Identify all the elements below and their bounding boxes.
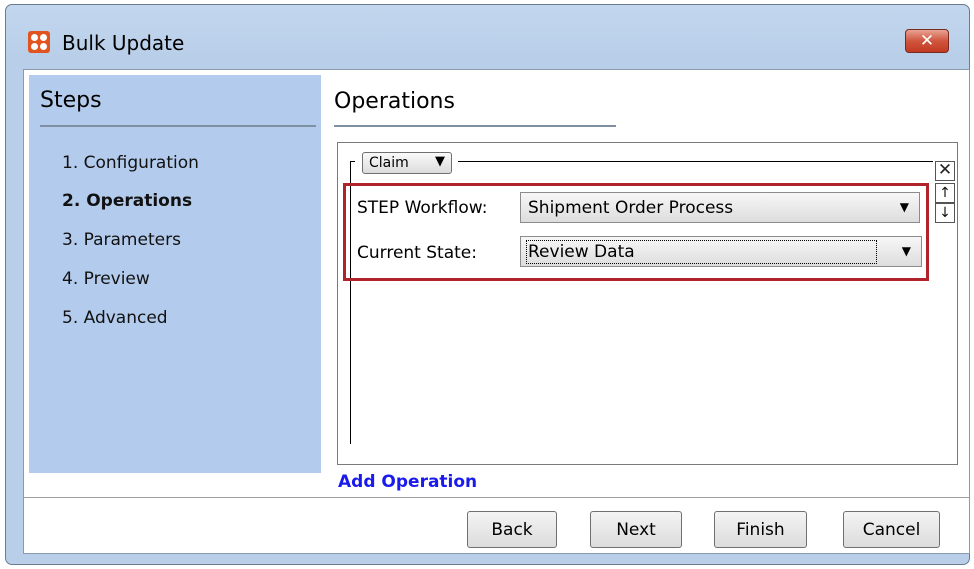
operations-list: Claim ▼ ✕ ↑ ↓ STEP Workflow: Shipment Or… <box>337 142 958 465</box>
chevron-down-icon: ▼ <box>899 200 909 214</box>
workflow-select[interactable]: Shipment Order Process ▼ <box>520 192 920 223</box>
step-configuration[interactable]: 1. Configuration <box>62 153 199 173</box>
next-button[interactable]: Next <box>590 511 682 548</box>
title-bar[interactable]: Bulk Update ✕ <box>6 5 969 67</box>
dialog-content: Steps 1. Configuration 2. Operations 3. … <box>23 69 970 554</box>
current-state-label: Current State: <box>357 243 477 263</box>
current-state-select[interactable]: Review Data ▼ <box>520 236 922 267</box>
current-state-value: Review Data <box>526 240 877 264</box>
app-icon <box>28 31 50 53</box>
steps-sidebar: Steps 1. Configuration 2. Operations 3. … <box>29 75 321 473</box>
operation-type-select[interactable]: Claim ▼ <box>362 152 452 174</box>
finish-button[interactable]: Finish <box>714 511 807 548</box>
add-operation-link[interactable]: Add Operation <box>338 472 477 492</box>
operations-divider <box>334 125 616 127</box>
window-title: Bulk Update <box>62 31 185 55</box>
close-icon: ✕ <box>919 31 935 51</box>
close-button[interactable]: ✕ <box>905 29 949 53</box>
operation-type-value: Claim <box>369 155 409 171</box>
move-up-button[interactable]: ↑ <box>935 183 955 203</box>
steps-divider <box>40 125 316 127</box>
workflow-label: STEP Workflow: <box>357 198 488 218</box>
close-icon: ✕ <box>937 160 953 180</box>
steps-title: Steps <box>40 88 102 113</box>
operation-header-line <box>458 161 933 162</box>
step-parameters[interactable]: 3. Parameters <box>62 230 181 250</box>
back-button[interactable]: Back <box>467 511 557 548</box>
chevron-down-icon: ▼ <box>435 154 445 169</box>
remove-operation-button[interactable]: ✕ <box>935 161 955 181</box>
page-title: Operations <box>334 89 455 114</box>
step-operations[interactable]: 2. Operations <box>62 191 192 211</box>
workflow-value: Shipment Order Process <box>528 198 734 218</box>
bulk-update-dialog: Bulk Update ✕ Steps 1. Configuration 2. … <box>5 4 970 565</box>
chevron-down-icon: ▼ <box>901 244 911 258</box>
arrow-up-icon: ↑ <box>939 185 951 201</box>
cancel-button[interactable]: Cancel <box>843 511 940 548</box>
operations-section: Operations Claim ▼ ✕ ↑ ↓ STEP Workflow: … <box>334 75 964 495</box>
step-advanced[interactable]: 5. Advanced <box>62 308 168 328</box>
move-down-button[interactable]: ↓ <box>935 203 955 223</box>
arrow-down-icon: ↓ <box>939 205 951 221</box>
footer-divider <box>24 497 969 498</box>
operation-bracket-top <box>350 161 355 162</box>
step-preview[interactable]: 4. Preview <box>62 269 150 289</box>
highlight-box: STEP Workflow: Shipment Order Process ▼ … <box>343 183 929 281</box>
